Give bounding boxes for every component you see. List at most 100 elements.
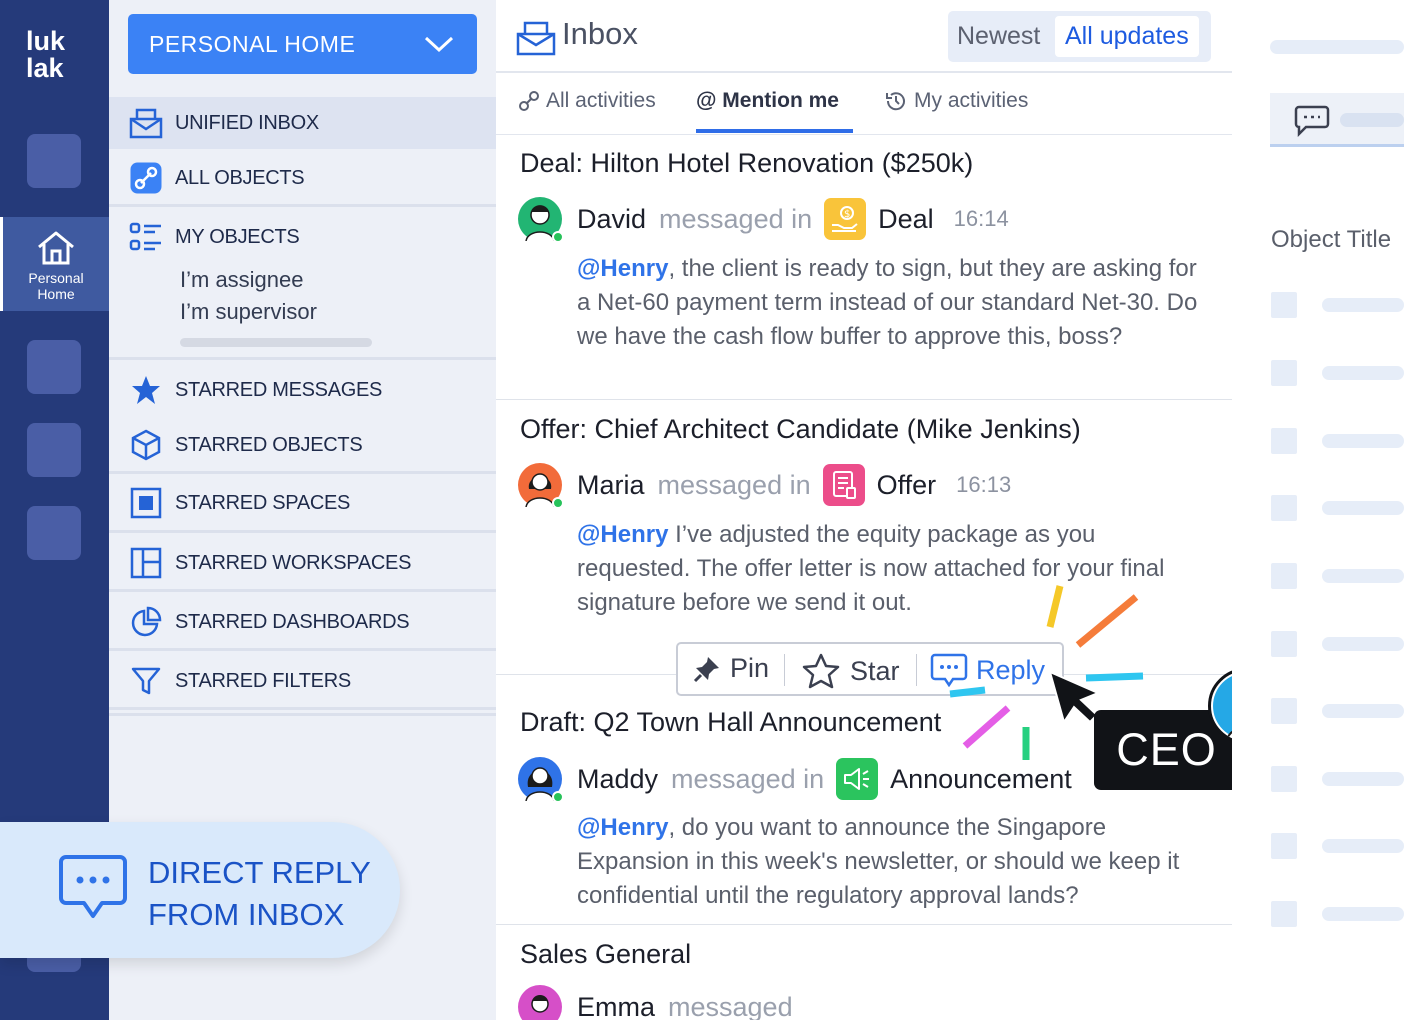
rail-app-button[interactable] (27, 134, 81, 188)
rail-home-label-1: Personal (28, 270, 84, 286)
cube-icon (129, 428, 163, 462)
nav-item-starred-workspaces[interactable]: STARRED WORKSPACES (109, 537, 496, 589)
skeleton-checkbox[interactable] (1271, 901, 1297, 927)
skeleton-checkbox[interactable] (1271, 631, 1297, 657)
nav-item-starred-spaces[interactable]: STARRED SPACES (109, 477, 496, 529)
skeleton-checkbox[interactable] (1271, 563, 1297, 589)
pin-button[interactable]: Pin (692, 653, 769, 684)
nav-divider (109, 648, 496, 651)
tab-label: All activities (546, 89, 656, 112)
skeleton-checkbox[interactable] (1271, 495, 1297, 521)
nav-divider (109, 471, 496, 474)
sort-option-all-updates[interactable]: All updates (1055, 16, 1199, 57)
offer-icon (822, 464, 865, 506)
skeleton-checkbox[interactable] (1271, 698, 1297, 724)
message-divider (496, 924, 1232, 925)
sort-toggle: Newest All updates (948, 11, 1211, 62)
object-name[interactable]: Announcement (890, 764, 1072, 795)
mention-tag[interactable]: @Henry (577, 255, 668, 282)
rail-app-button[interactable] (27, 340, 81, 394)
sort-option-newest[interactable]: Newest (957, 22, 1040, 51)
nav-item-all-objects[interactable]: ALL OBJECTS (109, 153, 496, 203)
nav-sub-supervisor[interactable]: I’m supervisor (180, 299, 317, 325)
skeleton-checkbox[interactable] (1271, 292, 1297, 318)
skeleton-line (1322, 772, 1404, 786)
tab-label: My activities (914, 89, 1029, 112)
reply-button[interactable]: Reply (930, 653, 1045, 687)
sender-name[interactable]: David (577, 204, 646, 235)
mention-tag[interactable]: @Henry (577, 814, 668, 841)
object-name[interactable]: Deal (878, 204, 934, 235)
message-title[interactable]: Deal: Hilton Hotel Renovation ($250k) (520, 148, 973, 179)
nav-divider (109, 357, 496, 360)
nav-item-unified-inbox[interactable]: UNIFIED INBOX (109, 97, 496, 149)
message-time: 16:14 (953, 206, 1009, 231)
skeleton-line (1322, 839, 1404, 853)
message-body: @Henry, the client is ready to sign, but… (577, 252, 1207, 354)
skeleton-checkbox[interactable] (1271, 428, 1297, 454)
chevron-down-icon (424, 36, 454, 53)
nav-item-starred-objects[interactable]: STARRED OBJECTS (109, 420, 496, 470)
nav-item-label: STARRED FILTERS (175, 669, 351, 692)
skeleton-line (1322, 366, 1404, 380)
nav-item-my-objects[interactable]: MY OBJECTS (109, 212, 496, 262)
tab-mention-me[interactable]: @ Mention me (696, 89, 839, 113)
skeleton-line (1322, 704, 1404, 718)
skeleton-checkbox[interactable] (1271, 360, 1297, 386)
message-time: 16:13 (956, 472, 1012, 497)
tab-all-activities[interactable]: All activities (518, 89, 656, 113)
nav-item-starred-messages[interactable]: STARRED MESSAGES (109, 364, 496, 416)
lukla-logo[interactable]: luk lak (26, 28, 65, 82)
rail-app-button[interactable] (27, 423, 81, 477)
link-icon (519, 91, 539, 111)
message-text: , do you want to announce the Singapore … (577, 814, 1180, 909)
nav-scrollbar[interactable] (180, 338, 372, 347)
sender-name[interactable]: Maddy (577, 764, 658, 795)
avatar[interactable] (518, 463, 564, 509)
message-body: @Henry, do you want to announce the Sing… (577, 811, 1207, 913)
callout-line-1: DIRECT REPLY (148, 855, 371, 890)
rail-app-button[interactable] (27, 506, 81, 560)
star-label: Star (850, 655, 900, 686)
app-root: luk lak Personal Home PERSONAL HOME UNIF… (0, 0, 1404, 1020)
mention-tag[interactable]: @Henry (577, 521, 668, 548)
star-icon (802, 653, 840, 689)
tab-label: @ Mention me (696, 89, 839, 112)
list-icon (129, 220, 163, 254)
message-title[interactable]: Sales General (520, 939, 691, 970)
nav-item-label: STARRED MESSAGES (175, 378, 383, 401)
avatar[interactable] (518, 197, 564, 243)
message-title[interactable]: Offer: Chief Architect Candidate (Mike J… (520, 414, 1081, 445)
star-button[interactable]: Star (802, 653, 900, 689)
avatar[interactable] (518, 985, 562, 1020)
skeleton-checkbox[interactable] (1271, 833, 1297, 859)
skeleton-line (1322, 569, 1404, 583)
nav-divider (109, 713, 496, 716)
online-status-dot (552, 231, 564, 243)
skeleton-checkbox[interactable] (1271, 766, 1297, 792)
direct-reply-callout: DIRECT REPLY FROM INBOX (0, 822, 400, 958)
object-name[interactable]: Offer (877, 470, 937, 501)
callout-line-2: FROM INBOX (148, 897, 345, 932)
inbox-panel: Inbox Newest All updates All activities … (496, 0, 1232, 1020)
sender-name[interactable]: Maria (577, 470, 645, 501)
skeleton-line (1322, 907, 1404, 921)
history-icon (886, 92, 905, 111)
skeleton-line (1270, 40, 1404, 54)
message-title[interactable]: Draft: Q2 Town Hall Announcement (520, 707, 941, 738)
message-verb: messaged in (659, 203, 813, 234)
rail-personal-home[interactable]: Personal Home (0, 217, 109, 311)
pin-label: Pin (730, 653, 770, 683)
nav-sub-assignee[interactable]: I’m assignee (180, 267, 304, 293)
chat-tab[interactable] (1270, 93, 1404, 147)
avatar[interactable] (518, 757, 564, 803)
reply-bubble-icon (930, 653, 968, 687)
svg-text:$: $ (844, 209, 850, 220)
personal-home-dropdown[interactable]: PERSONAL HOME (128, 14, 477, 74)
sender-name[interactable]: Emma (577, 992, 655, 1020)
tab-my-activities[interactable]: My activities (884, 89, 1028, 113)
logo-line-2: lak (26, 53, 64, 83)
nav-item-starred-filters[interactable]: STARRED FILTERS (109, 655, 496, 707)
nav-item-starred-dashboards[interactable]: STARRED DASHBOARDS (109, 596, 496, 648)
inbox-header: Inbox Newest All updates (496, 0, 1232, 73)
